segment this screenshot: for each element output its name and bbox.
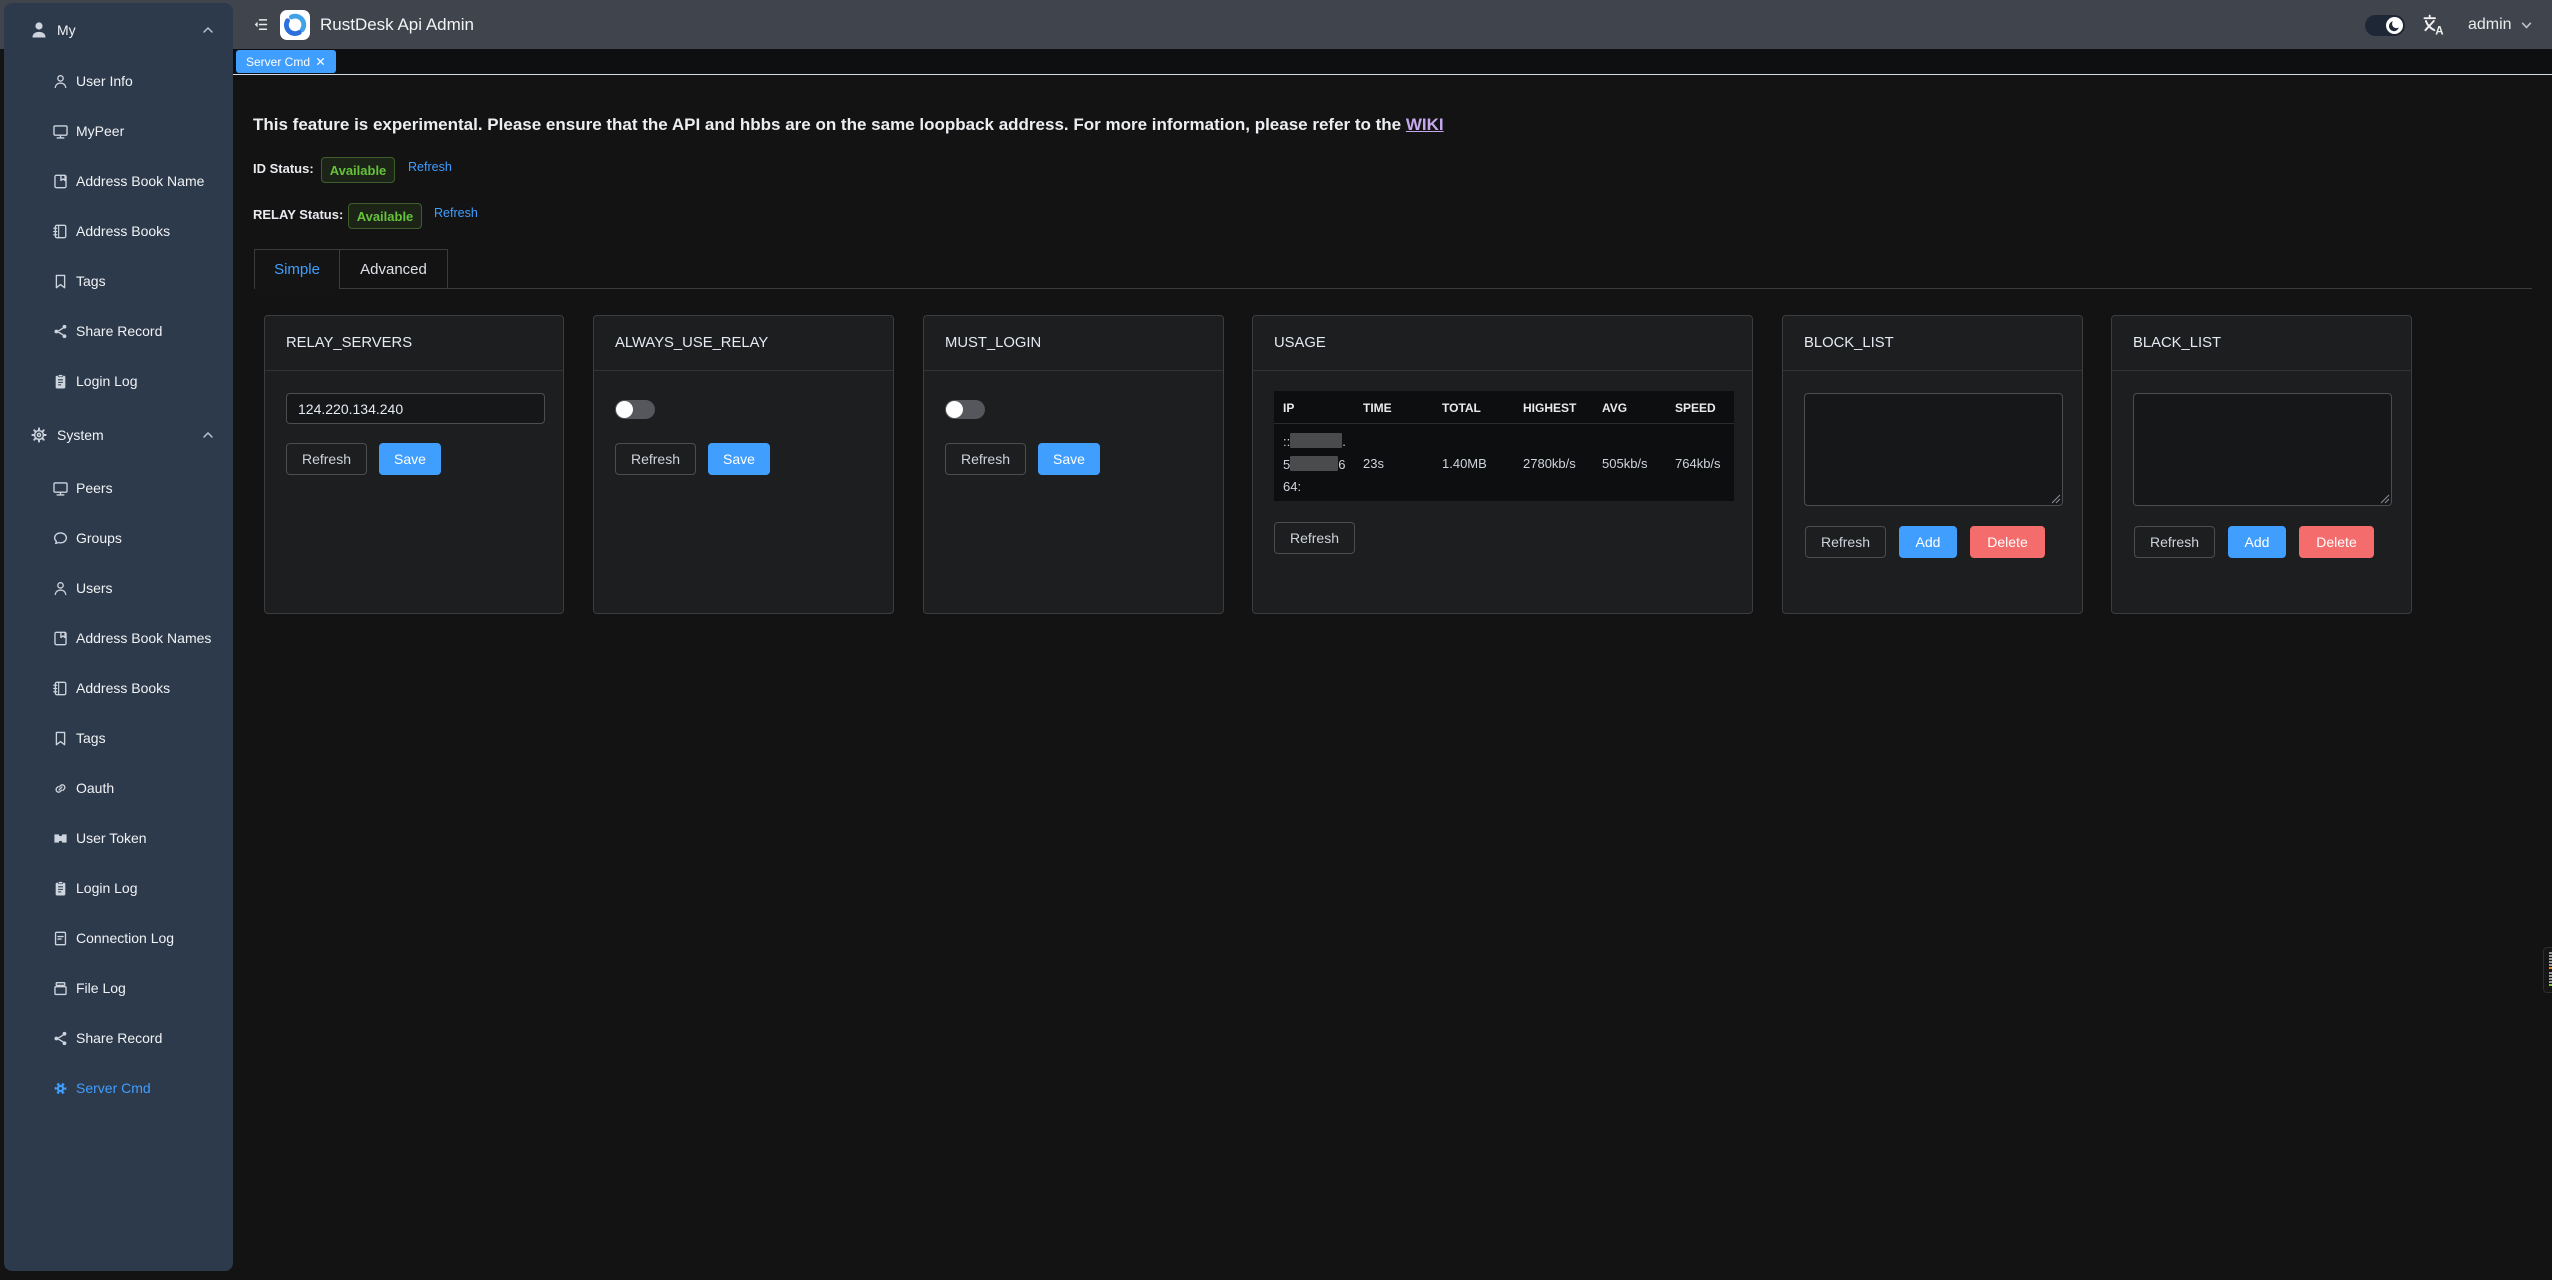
svg-text:A: A [2435,26,2443,38]
